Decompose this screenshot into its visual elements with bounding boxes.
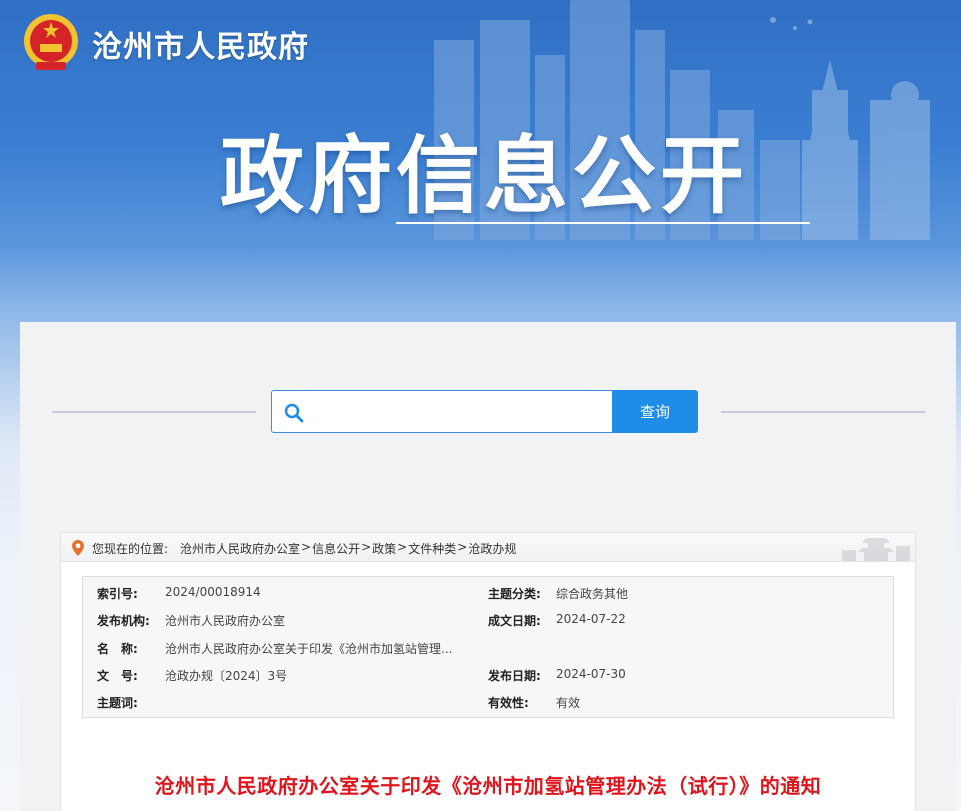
breadcrumb-link-policy[interactable]: 政策 — [372, 540, 396, 557]
topic-label: 主题分类: — [488, 587, 541, 601]
title-underline — [396, 222, 810, 224]
search-button[interactable]: 查询 — [612, 390, 698, 433]
name-value: 沧州市人民政府办公室关于印发《沧州市加氢站管理... — [165, 642, 453, 656]
topic-value: 综合政务其他 — [556, 587, 629, 601]
index-value: 2024/00018914 — [165, 585, 261, 599]
document-title: 沧州市人民政府办公室关于印发《沧州市加氢站管理办法（试行）》的通知 — [154, 774, 822, 798]
doc-number-label: 文 号: — [97, 669, 138, 683]
breadcrumb-separator: > — [361, 540, 372, 554]
search-input[interactable] — [312, 396, 602, 427]
national-emblem-icon — [24, 14, 78, 70]
index-label: 索引号: — [97, 587, 138, 601]
validity-label: 有效性: — [488, 696, 529, 710]
divider-right — [721, 411, 925, 413]
keywords-label: 主题词: — [97, 696, 138, 710]
name-label: 名 称: — [97, 642, 138, 656]
breadcrumb-link-doc-type[interactable]: 文件种类 — [408, 540, 456, 557]
doc-number-value: 沧政办规〔2024〕3号 — [165, 669, 288, 683]
breadcrumb-link-office[interactable]: 沧州市人民政府办公室 — [180, 540, 300, 557]
banner-title: 政府信息公开 — [220, 127, 749, 225]
issuer-label: 发布机构: — [97, 614, 150, 628]
created-date-label: 成文日期: — [488, 614, 541, 628]
publish-date-label: 发布日期: — [488, 669, 541, 683]
breadcrumb-trail: 沧州市人民政府办公室 > 信息公开 > 政策 > 文件种类 > 沧政办规 — [180, 540, 516, 557]
created-date-value: 2024-07-22 — [556, 612, 626, 626]
location-pin-icon — [72, 540, 84, 556]
issuer-value: 沧州市人民政府办公室 — [165, 614, 286, 628]
breadcrumb-link-info[interactable]: 信息公开 — [312, 540, 360, 557]
publish-date-value: 2024-07-30 — [556, 667, 626, 681]
site-title: 沧州市人民政府 — [92, 30, 309, 65]
validity-value: 有效 — [556, 696, 581, 710]
breadcrumb-prefix: 您现在的位置: — [92, 542, 169, 556]
pagoda-decoration — [842, 538, 910, 561]
breadcrumb-separator: > — [301, 540, 312, 554]
breadcrumb-link-category[interactable]: 沧政办规 — [468, 540, 516, 557]
breadcrumb-separator: > — [397, 540, 408, 554]
search-icon — [284, 403, 304, 423]
divider-left — [52, 411, 256, 413]
breadcrumb-separator: > — [457, 540, 468, 554]
